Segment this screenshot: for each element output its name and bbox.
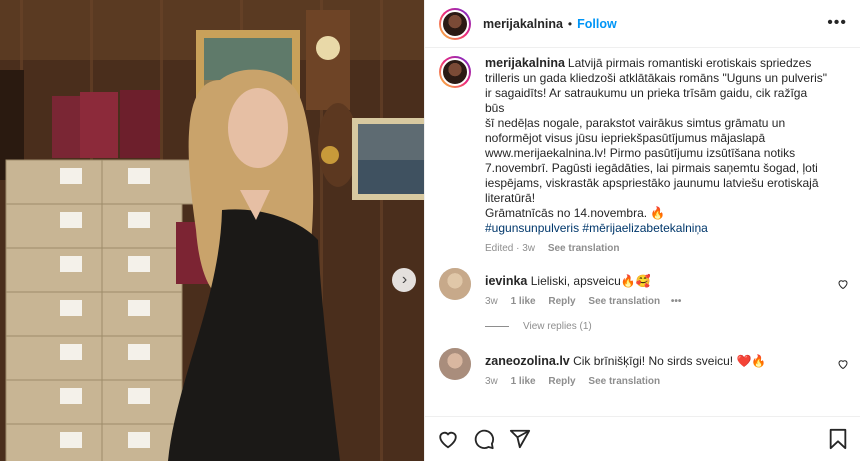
caption-time[interactable]: Edited · 3w	[485, 243, 535, 254]
instagram-post: › merijakalnina • Follow ••• merijakalni…	[0, 0, 860, 461]
header-separator: •	[567, 16, 573, 31]
bookmark-icon	[829, 428, 847, 450]
chevron-right-icon: ›	[401, 270, 408, 288]
comment-likes[interactable]: 1 like	[511, 296, 536, 307]
comment-likes[interactable]: 1 like	[511, 376, 536, 387]
comment-see-translation[interactable]: See translation	[588, 376, 660, 387]
comment-reply-button[interactable]: Reply	[548, 376, 575, 387]
caption-username[interactable]: merijakalnina	[485, 56, 565, 70]
follow-button[interactable]: Follow	[577, 17, 617, 31]
comment-time[interactable]: 3w	[485, 296, 498, 307]
caption-line: 7.novembrī. Pagūsti iegādāties, lai pirm…	[485, 161, 818, 175]
caption: merijakalnina Latvijā pirmais romantiski …	[425, 56, 860, 254]
caption-meta: Edited · 3w See translation	[485, 243, 827, 254]
caption-avatar[interactable]	[439, 56, 471, 88]
share-button[interactable]	[507, 426, 533, 452]
comment-time[interactable]: 3w	[485, 376, 498, 387]
view-replies-label: View replies (1)	[523, 321, 592, 332]
comment-meta: 3w 1 like Reply See translation •••	[485, 296, 827, 307]
save-button[interactable]	[825, 426, 851, 452]
comment-item: zaneozolina.lv Cik brīnišķīgi! No sirds …	[425, 348, 860, 387]
commenter-avatar[interactable]	[439, 268, 471, 300]
commenter-avatar[interactable]	[439, 348, 471, 380]
comment-username[interactable]: zaneozolina.lv	[485, 354, 570, 368]
comment-meta: 3w 1 like Reply See translation	[485, 376, 827, 387]
caption-line: šī nedēļas nogale, parakstot vairākus si…	[485, 116, 786, 130]
comment-reply-button[interactable]: Reply	[548, 296, 575, 307]
comment-icon	[474, 429, 494, 450]
post-header: merijakalnina • Follow •••	[425, 0, 860, 48]
author-username[interactable]: merijakalnina	[483, 17, 563, 31]
caption-see-translation[interactable]: See translation	[548, 243, 620, 254]
caption-line: www.merijaekalnina.lv! Pirmo pasūtījumu …	[485, 146, 796, 160]
comment-body: Cik brīnišķīgi! No sirds sveicu! ❤️🔥	[573, 354, 767, 368]
comment-like-heart-icon[interactable]	[837, 278, 849, 290]
comment-more-icon[interactable]: •••	[671, 296, 682, 307]
view-replies-line	[485, 326, 509, 327]
caption-text: merijakalnina Latvijā pirmais romantiski …	[485, 56, 827, 236]
caption-line: ir sagaidīts! Ar satraukumu un prieka tr…	[485, 86, 808, 115]
share-icon	[509, 429, 531, 449]
comment-button[interactable]	[471, 426, 497, 452]
comments-scroll[interactable]: merijakalnina Latvijā pirmais romantiski …	[425, 56, 860, 416]
comment-see-translation[interactable]: See translation	[588, 296, 660, 307]
more-options-icon[interactable]: •••	[827, 14, 847, 32]
caption-line: iespējams, viskrastāk apspriestāko jaunu…	[485, 176, 819, 190]
post-photo[interactable]: ›	[0, 0, 424, 461]
comment-like-heart-icon[interactable]	[837, 358, 849, 370]
caption-line: literatūrā!	[485, 191, 536, 205]
comment-username[interactable]: ievinka	[485, 274, 527, 288]
action-bar	[425, 416, 860, 461]
caption-hashtags[interactable]: #ugunsunpulveris #mērijaelizabetekalniņa	[485, 221, 827, 236]
next-photo-button[interactable]: ›	[392, 268, 416, 292]
caption-line: Latvijā pirmais romantiski erotiskais sp…	[567, 56, 812, 70]
caption-line: trilleris un gada kliedzoši atklātākais …	[485, 71, 828, 85]
comment-text: zaneozolina.lv Cik brīnišķīgi! No sirds …	[485, 348, 827, 369]
comment-text: ievinka Lieliski, apsveicu🔥🥰	[485, 268, 827, 289]
caption-line: Grāmatnīcās no 14.novembra. 🔥	[485, 206, 666, 220]
heart-icon	[439, 431, 457, 449]
post-side-pane: merijakalnina • Follow ••• merijakalnina…	[424, 0, 860, 461]
view-replies-button[interactable]: View replies (1)	[425, 321, 860, 332]
comment-body: Lieliski, apsveicu🔥🥰	[530, 274, 651, 288]
comment-item: ievinka Lieliski, apsveicu🔥🥰 3w 1 like R…	[425, 268, 860, 307]
caption-line: noformējot visus jūsu iepriekšpasūtījumu…	[485, 131, 766, 145]
author-avatar[interactable]	[439, 7, 471, 40]
like-button[interactable]	[435, 426, 461, 452]
photo-illustration	[0, 0, 424, 461]
